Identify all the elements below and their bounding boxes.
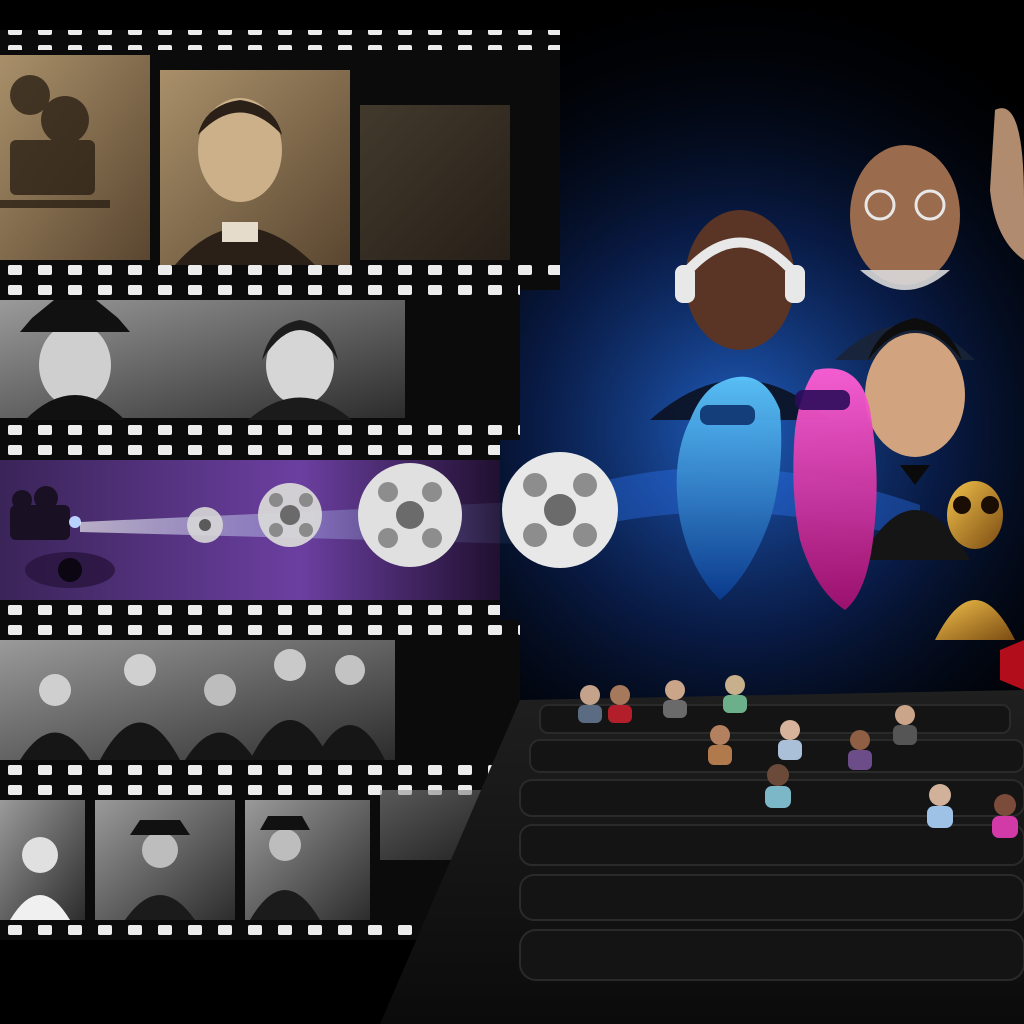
reel-large (502, 452, 618, 568)
reel-small-1 (187, 507, 223, 543)
film-strip-1 (0, 30, 560, 290)
reel-small-2 (258, 483, 322, 547)
eye-closeup (25, 552, 115, 588)
scene-canvas (0, 0, 1024, 1024)
cinema-evolution-scene (0, 0, 1024, 1024)
film-strip-4 (0, 620, 520, 780)
reel-medium (358, 463, 462, 567)
seat-rows (519, 704, 1024, 981)
film-strip-2 (0, 280, 520, 440)
